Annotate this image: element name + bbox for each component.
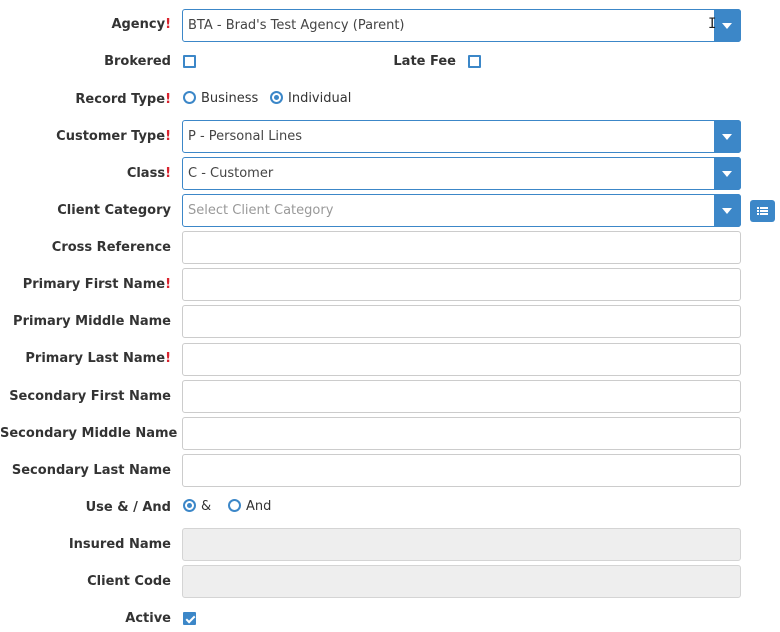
required-mark: ! bbox=[165, 92, 171, 107]
use-and-word-radio[interactable]: And bbox=[228, 499, 271, 515]
agency-label: Agency! bbox=[111, 17, 171, 32]
customer-type-select[interactable]: P - Personal Lines bbox=[182, 120, 741, 153]
secondary-middle-name-label: Secondary Middle Name bbox=[0, 426, 178, 441]
insured-name-label: Insured Name bbox=[68, 537, 171, 552]
customer-type-label: Customer Type! bbox=[56, 129, 171, 144]
brokered-checkbox[interactable] bbox=[183, 55, 196, 68]
secondary-first-name-label: Secondary First Name bbox=[9, 389, 171, 404]
required-mark: ! bbox=[165, 129, 171, 144]
active-checkbox[interactable] bbox=[183, 612, 196, 625]
primary-last-name-label: Primary Last Name! bbox=[25, 351, 171, 366]
brokered-label: Brokered bbox=[104, 54, 171, 69]
primary-first-name-input[interactable] bbox=[182, 268, 741, 301]
record-type-label: Record Type! bbox=[75, 92, 171, 107]
secondary-last-name-label: Secondary Last Name bbox=[11, 463, 171, 478]
class-label: Class! bbox=[126, 166, 171, 181]
insured-name-readonly bbox=[182, 528, 741, 561]
list-icon bbox=[757, 207, 768, 215]
client-category-label: Client Category bbox=[57, 203, 171, 218]
client-code-readonly bbox=[182, 565, 741, 598]
list-icon-button[interactable] bbox=[750, 200, 775, 222]
class-value: C - Customer bbox=[188, 166, 274, 181]
radio-icon bbox=[228, 499, 241, 512]
cross-reference-label: Cross Reference bbox=[51, 240, 171, 255]
chevron-down-icon[interactable] bbox=[714, 194, 741, 227]
client-code-label: Client Code bbox=[87, 574, 171, 589]
secondary-first-name-input[interactable] bbox=[182, 380, 741, 413]
radio-selected-icon bbox=[183, 499, 196, 512]
late-fee-label: Late Fee bbox=[393, 54, 456, 69]
secondary-middle-name-input[interactable] bbox=[182, 417, 741, 450]
use-and-label: Use & / And bbox=[85, 500, 171, 515]
primary-middle-name-label: Primary Middle Name bbox=[13, 314, 171, 329]
client-category-select[interactable]: Select Client Category bbox=[182, 194, 741, 227]
chevron-down-icon[interactable] bbox=[714, 157, 741, 190]
primary-last-name-input[interactable] bbox=[182, 343, 741, 376]
text-cursor-icon: I bbox=[708, 16, 717, 32]
record-type-individual-radio[interactable]: Individual bbox=[270, 91, 351, 107]
radio-selected-icon bbox=[270, 91, 283, 104]
record-type-business-radio[interactable]: Business bbox=[183, 91, 258, 107]
chevron-down-icon[interactable] bbox=[714, 120, 741, 153]
required-mark: ! bbox=[165, 166, 171, 181]
agency-select[interactable]: BTA - Brad's Test Agency (Parent) bbox=[182, 9, 741, 42]
radio-icon bbox=[183, 91, 196, 104]
client-category-placeholder: Select Client Category bbox=[188, 203, 334, 218]
required-mark: ! bbox=[165, 17, 171, 32]
required-mark: ! bbox=[165, 277, 171, 292]
primary-first-name-label: Primary First Name! bbox=[22, 277, 171, 292]
chevron-down-icon[interactable] bbox=[714, 9, 741, 42]
active-label: Active bbox=[125, 611, 171, 626]
cross-reference-input[interactable] bbox=[182, 231, 741, 264]
late-fee-checkbox[interactable] bbox=[468, 55, 481, 68]
customer-type-value: P - Personal Lines bbox=[188, 129, 303, 144]
required-mark: ! bbox=[165, 351, 171, 366]
class-select[interactable]: C - Customer bbox=[182, 157, 741, 190]
primary-middle-name-input[interactable] bbox=[182, 305, 741, 338]
agency-value: BTA - Brad's Test Agency (Parent) bbox=[188, 18, 405, 33]
use-ampersand-radio[interactable]: & bbox=[183, 499, 211, 515]
secondary-last-name-input[interactable] bbox=[182, 454, 741, 487]
